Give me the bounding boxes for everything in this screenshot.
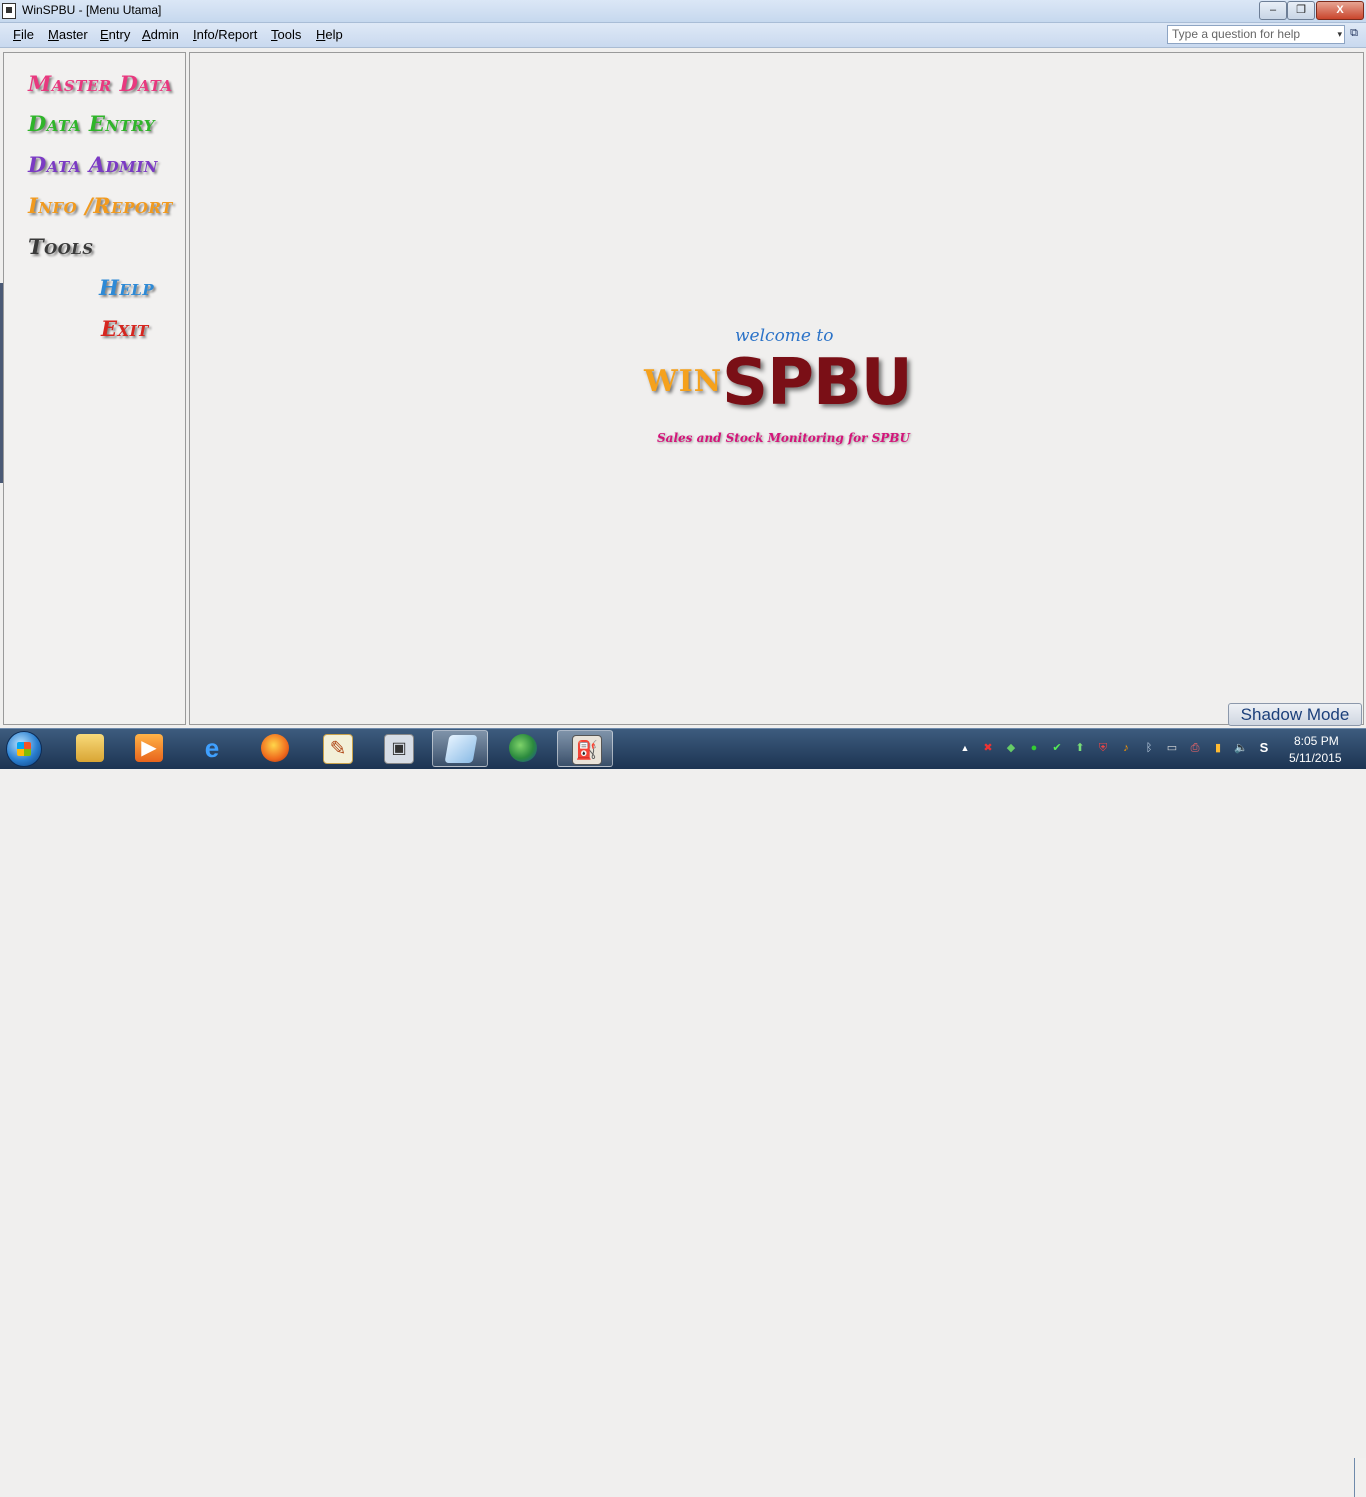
sidebar-item-master-data[interactable]: Master Data	[28, 71, 173, 96]
window-title: WinSPBU - [Menu Utama]	[22, 3, 162, 17]
media-player-icon: ▶	[135, 734, 163, 762]
taskbar-app-explorer[interactable]	[62, 730, 118, 767]
shield-icon[interactable]: ⛨	[1096, 741, 1110, 755]
volume-icon[interactable]: 🔈	[1234, 741, 1248, 755]
app-icon[interactable]	[2, 3, 16, 19]
notepad-icon: ✎	[323, 734, 353, 764]
help-search-placeholder: Type a question for help	[1172, 27, 1301, 41]
taskbar-app-vm[interactable]: ▣	[370, 730, 426, 767]
taskbar-app-screen[interactable]	[432, 730, 488, 767]
menu-bar: File Master Entry Admin Info/Report Tool…	[0, 23, 1366, 48]
network-app-icon[interactable]: ◆	[1004, 741, 1018, 755]
menu-help[interactable]: Help	[316, 27, 343, 42]
sidebar-item-data-admin[interactable]: Data Admin	[28, 152, 158, 177]
printer-icon[interactable]: ⎙	[1188, 741, 1202, 755]
taskbar: ▶ e ✎ ▣ ⛽	[0, 728, 1366, 1497]
minimize-button[interactable]: –	[1259, 1, 1287, 20]
skype-icon[interactable]: S	[1257, 741, 1271, 755]
start-button[interactable]	[6, 731, 42, 767]
firefox-icon	[261, 734, 289, 762]
menu-file[interactable]: File	[13, 27, 34, 42]
taskbar-app-winspbu[interactable]: ⛽	[557, 730, 613, 767]
menu-tools[interactable]: Tools	[271, 27, 301, 42]
logo-tagline: Sales and Stock Monitoring for SPBU	[657, 431, 910, 445]
green-circle-icon[interactable]: ●	[1027, 741, 1041, 755]
title-bar: WinSPBU - [Menu Utama] – ❐ X	[0, 0, 1366, 23]
sidebar-item-tools[interactable]: Tools	[28, 234, 94, 259]
logo-win-text: WIN	[644, 364, 723, 399]
logo-spbu-text: SPBU	[722, 346, 913, 420]
menu-entry[interactable]: Entry	[100, 27, 130, 42]
sidebar-item-exit[interactable]: Exit	[101, 316, 149, 341]
fuel-pump-icon: ⛽	[572, 735, 602, 765]
folder-icon	[76, 734, 104, 762]
monitor-icon[interactable]: ▭	[1165, 741, 1179, 755]
audio-app-icon[interactable]: ♪	[1119, 741, 1133, 755]
virtual-machine-icon: ▣	[384, 734, 414, 764]
taskbar-app-firefox[interactable]	[247, 730, 303, 767]
sidebar-panel: Master Data Data Entry Data Admin Info /…	[3, 52, 186, 725]
restore-button[interactable]: ❐	[1287, 1, 1315, 20]
internet-explorer-icon: e	[204, 733, 220, 763]
menu-master[interactable]: Master	[48, 27, 88, 42]
show-hidden-icon[interactable]: ▲	[958, 741, 972, 755]
menu-admin[interactable]: Admin	[142, 27, 179, 42]
taskbar-app-ie[interactable]: e	[184, 730, 240, 767]
help-search-input[interactable]: Type a question for help ▾	[1167, 25, 1345, 44]
taskbar-app-media[interactable]: ▶	[121, 730, 177, 767]
globe-icon	[509, 734, 537, 762]
mdi-restore-icon[interactable]: ⧉	[1348, 27, 1360, 41]
sidebar-item-info-report[interactable]: Info /Report	[28, 193, 173, 218]
welcome-text: welcome to	[735, 326, 834, 346]
update-icon[interactable]: ⬆	[1073, 741, 1087, 755]
clock-time[interactable]: 8:05 PM	[1294, 734, 1339, 748]
sidebar-item-data-entry[interactable]: Data Entry	[28, 111, 155, 136]
taskbar-app-globe[interactable]	[495, 730, 551, 767]
menu-info-report[interactable]: Info/Report	[193, 27, 257, 42]
bluetooth-icon[interactable]: ᛒ	[1142, 741, 1156, 755]
screen-icon	[444, 735, 478, 763]
chevron-down-icon[interactable]: ▾	[1337, 26, 1342, 43]
shadow-mode-button[interactable]: Shadow Mode	[1228, 703, 1362, 726]
close-button[interactable]: X	[1316, 1, 1364, 20]
flag-icon[interactable]: ✖	[981, 741, 995, 755]
network-icon[interactable]: ▮	[1211, 741, 1225, 755]
clock-date[interactable]: 5/11/2015	[1289, 751, 1342, 765]
sidebar-item-help[interactable]: Help	[99, 275, 154, 300]
taskbar-app-notepad[interactable]: ✎	[309, 730, 365, 767]
checkmark-icon[interactable]: ✔	[1050, 741, 1064, 755]
show-desktop-button[interactable]	[1354, 1458, 1366, 1497]
